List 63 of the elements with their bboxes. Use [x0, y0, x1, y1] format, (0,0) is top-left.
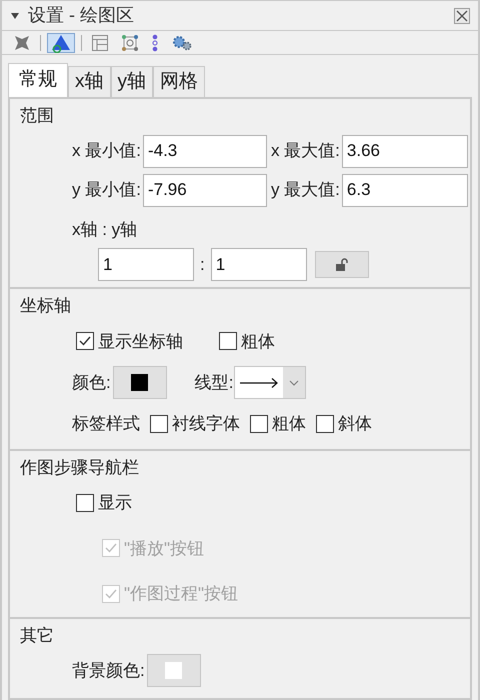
field-label: x 最小值:: [72, 140, 141, 162]
dots-icon: [151, 34, 159, 52]
field-label: x 最大值:: [270, 140, 340, 162]
checkbox-option[interactable]: 显示坐标轴: [76, 328, 183, 354]
checkbox-label: "播放"按钮: [124, 538, 204, 560]
checkbox-option[interactable]: 粗体: [219, 328, 275, 354]
layout-icon: [91, 34, 109, 52]
checkbox[interactable]: [316, 414, 334, 433]
color-label: 颜色:: [72, 372, 111, 394]
collapse-icon[interactable]: [10, 12, 20, 20]
close-icon[interactable]: [454, 8, 470, 24]
ratio-label: x轴 : y轴: [71, 218, 138, 240]
checkbox-option[interactable]: 显示: [76, 490, 460, 516]
toolbar-button[interactable]: [47, 32, 75, 52]
section-heading: 范围: [20, 105, 55, 127]
checkbox[interactable]: [76, 494, 94, 512]
checkmark-icon: [78, 334, 92, 348]
checkbox-option[interactable]: 衬线字体: [150, 411, 240, 436]
checkmark-icon: [104, 541, 118, 556]
checkbox-option[interactable]: 粗体: [250, 411, 306, 436]
triangle-icon: [50, 32, 72, 52]
number-field[interactable]: 6.3: [342, 174, 468, 206]
section-heading: 坐标轴: [20, 295, 72, 317]
checkbox-label: 显示坐标轴: [98, 330, 183, 352]
checkbox-label: 粗体: [272, 413, 306, 435]
number-field[interactable]: -7.96: [142, 174, 267, 206]
lock-button[interactable]: [314, 251, 369, 278]
color-button[interactable]: [112, 366, 167, 399]
tab[interactable]: 网格: [153, 66, 205, 97]
points-icon: [121, 34, 139, 52]
gears-icon: [171, 34, 193, 52]
line-style-dropdown[interactable]: [234, 366, 306, 399]
arrow-line-icon: [239, 376, 280, 388]
checkbox-label: 显示: [98, 492, 132, 514]
object-icon: [13, 34, 31, 52]
field-label: y 最大值:: [270, 179, 340, 202]
unlocked-lock-icon: [334, 258, 349, 272]
field-label: y 最小值:: [72, 179, 141, 202]
checkbox-label: "作图过程"按钮: [124, 583, 238, 605]
checkbox-label: 衬线字体: [172, 413, 240, 435]
section-heading: 其它: [20, 624, 55, 646]
number-field[interactable]: -4.3: [142, 134, 267, 168]
checkbox[interactable]: [219, 332, 237, 350]
section-heading: 作图步骤导航栏: [20, 456, 140, 478]
checkbox[interactable]: [150, 414, 168, 433]
checkbox[interactable]: [250, 414, 268, 433]
line-style-label: 线型:: [194, 372, 234, 394]
background-color-label: 背景颜色:: [72, 660, 145, 682]
number-field[interactable]: 1: [98, 248, 194, 281]
tab[interactable]: y轴: [110, 66, 153, 97]
checkbox-label: 斜体: [338, 413, 372, 435]
tab[interactable]: 常规: [8, 63, 68, 97]
checkbox-option[interactable]: 斜体: [316, 411, 372, 436]
checkbox-label: 粗体: [241, 330, 275, 352]
number-field[interactable]: 1: [210, 248, 307, 281]
window-title: 设置 - 绘图区: [28, 4, 134, 27]
tab[interactable]: x轴: [68, 66, 110, 97]
number-field[interactable]: 3.66: [342, 134, 468, 168]
color-button[interactable]: [146, 654, 201, 687]
label-style-label: 标签样式: [72, 413, 140, 435]
checkbox[interactable]: [76, 332, 94, 350]
ratio-separator: :: [199, 254, 206, 276]
chevron-down-icon: [288, 378, 300, 386]
